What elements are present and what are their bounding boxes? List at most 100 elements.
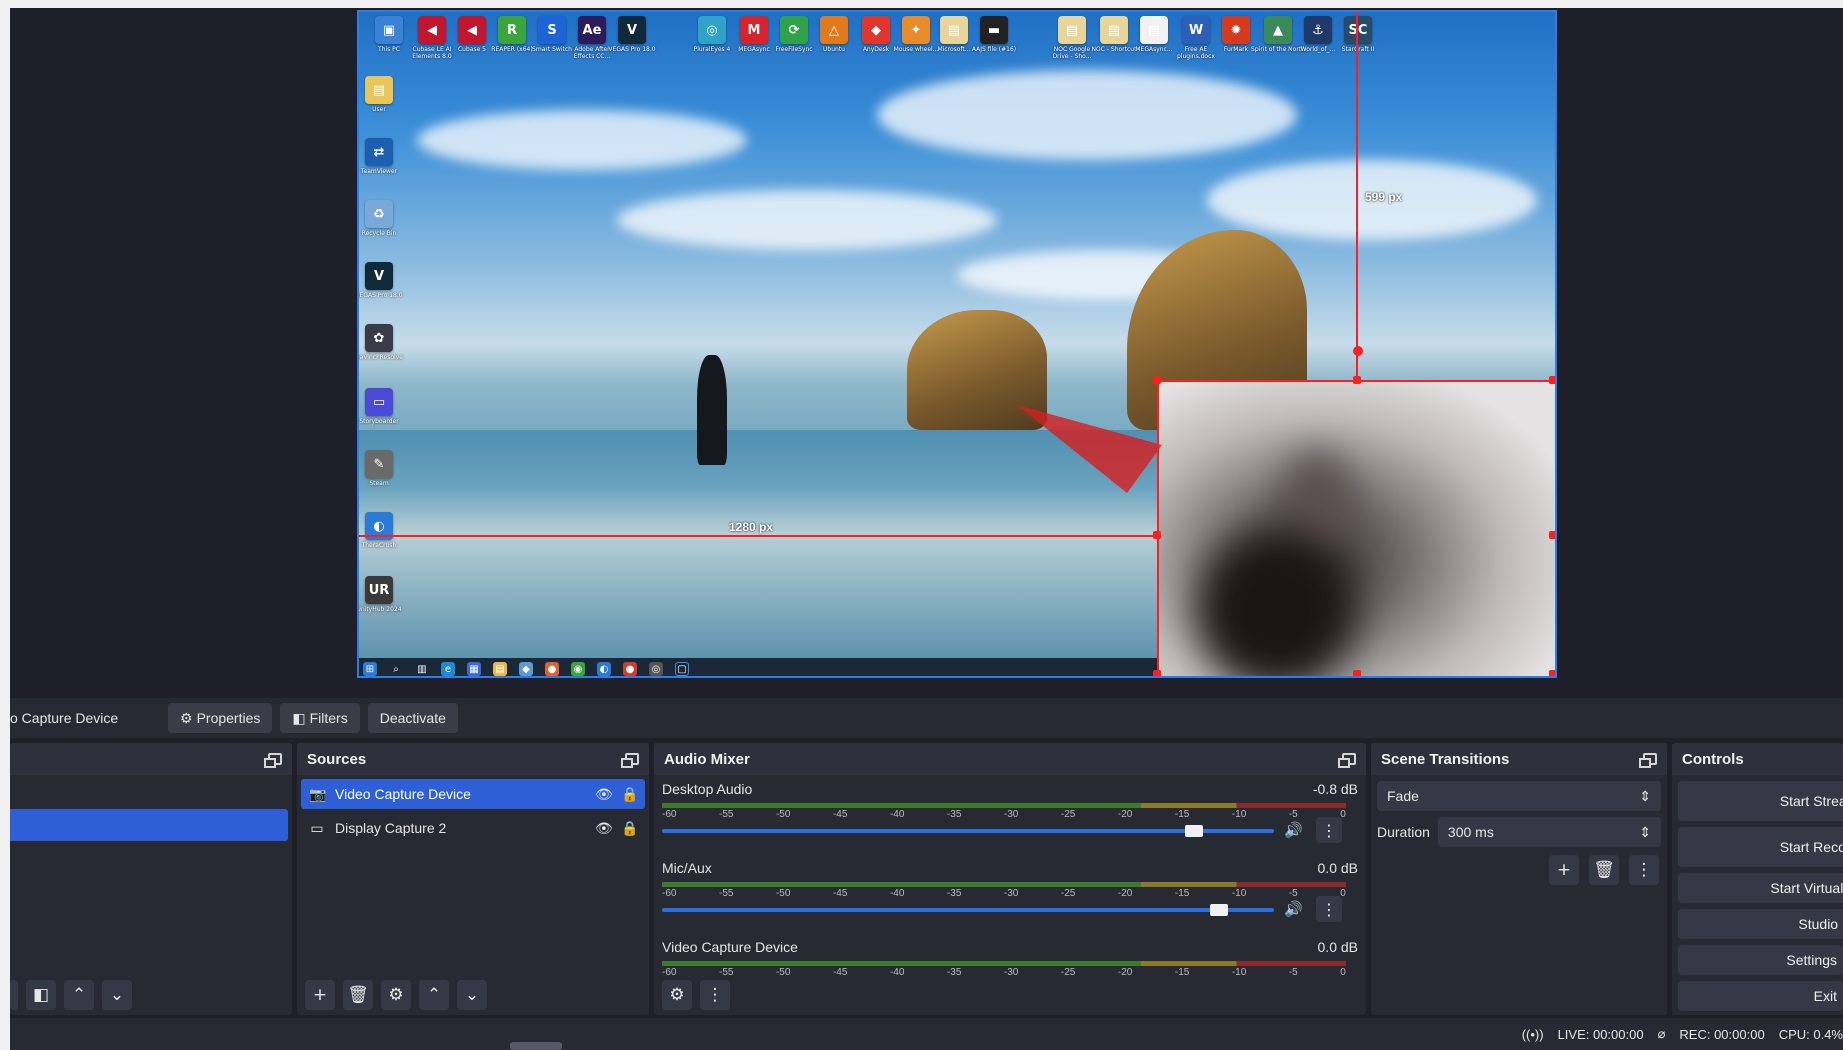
resize-handle[interactable] <box>1153 376 1161 384</box>
filter-scene-button[interactable]: ◧ <box>26 980 56 1010</box>
store-icon: ▦ <box>467 662 481 676</box>
channel-level: 0.0 dB <box>1317 860 1358 876</box>
move-down-button[interactable]: ⌄ <box>457 980 487 1010</box>
meter-tick-label: -10 <box>1231 888 1247 899</box>
volume-meter <box>662 882 1346 887</box>
channel-menu-button[interactable]: ⋮ <box>1316 896 1342 922</box>
resize-handle[interactable] <box>1353 376 1361 384</box>
runner-figure <box>697 355 727 465</box>
spinner-icon[interactable]: ⇕ <box>1639 824 1651 841</box>
filters-button[interactable]: ◧ Filters <box>280 703 360 733</box>
float-dock-icon[interactable] <box>1639 753 1657 768</box>
add-transition-button[interactable]: + <box>1549 855 1579 885</box>
volume-slider-knob[interactable] <box>1185 825 1204 837</box>
desktop-icon-label: VEGAS Pro 18.0 <box>357 292 403 299</box>
add-source-button[interactable]: + <box>305 980 335 1010</box>
move-up-button[interactable]: ⌃ <box>64 980 94 1010</box>
channel-menu-button[interactable]: ⋮ <box>1316 817 1342 843</box>
channel-header: Video Capture Device 0.0 dB <box>662 933 1358 955</box>
properties-button[interactable]: ⚙ Properties <box>168 703 273 733</box>
rotate-handle[interactable] <box>1353 346 1363 356</box>
lock-icon[interactable]: 🔒 <box>621 786 638 803</box>
move-down-button[interactable]: ⌄ <box>102 980 132 1010</box>
desktop-icon-label: TheraCrush <box>361 542 397 549</box>
resize-handle[interactable] <box>1153 531 1161 539</box>
float-dock-icon[interactable] <box>264 753 282 768</box>
app-icon: ✿ <box>365 324 393 352</box>
meter-tick-label: -25 <box>1060 967 1076 975</box>
exit-button[interactable]: Exit <box>1678 981 1843 1011</box>
meter-tick-label: -55 <box>718 809 734 820</box>
source-item-video-capture[interactable]: 📷 Video Capture Device 👁 🔒 <box>301 779 645 809</box>
speaker-icon[interactable]: 🔊 <box>1284 821 1303 839</box>
move-up-button[interactable]: ⌃ <box>419 980 449 1010</box>
advanced-audio-button[interactable]: ⚙ <box>662 980 692 1010</box>
remove-source-button[interactable]: 🗑 <box>343 980 373 1010</box>
audio-mixer-title: Audio Mixer <box>664 750 750 768</box>
speaker-icon[interactable]: 🔊 <box>1284 900 1303 918</box>
eye-icon[interactable]: 👁 <box>595 820 613 837</box>
volume-slider[interactable] <box>662 904 1274 916</box>
transition-menu-button[interactable]: ⋮ <box>1629 855 1659 885</box>
mixer-channel: Video Capture Device 0.0 dB -60 -55 -50 -45 -4… <box>654 933 1366 975</box>
add-scene-button[interactable] <box>10 980 18 1010</box>
selection-box[interactable] <box>1157 380 1557 678</box>
meter-tick-label: -5 <box>1288 888 1298 899</box>
app-icon: Ae <box>578 16 606 44</box>
resize-handle[interactable] <box>1353 670 1361 678</box>
studio-mode-button[interactable]: Studio Mode <box>1678 909 1843 939</box>
broadcast-icon: ((•)) <box>1521 1026 1544 1042</box>
resize-handle[interactable] <box>1549 670 1557 678</box>
app-icon: ▣ <box>375 16 403 44</box>
settings-button[interactable]: Settings <box>1678 945 1843 975</box>
desktop-icon-label: UnityHub 2024 <box>357 606 402 613</box>
app-icon: SC <box>1344 16 1372 44</box>
volume-slider[interactable] <box>662 825 1274 837</box>
source-properties-button[interactable]: ⚙ <box>381 980 411 1010</box>
app-icon: R <box>498 16 526 44</box>
preview-canvas[interactable]: ▣ This PC ◀ Cubase LE AI Elements 8.0 ◀ Cubas… <box>357 10 1557 678</box>
scene-item-selected[interactable] <box>10 809 288 841</box>
app-icon: ▢ <box>675 662 689 676</box>
desktop-icon-label: AAJS file (#16) <box>971 46 1017 53</box>
desktop-icon-label: TeamViewer <box>360 168 398 175</box>
start-recording-button[interactable]: Start Recording <box>1678 827 1843 867</box>
deactivate-button[interactable]: Deactivate <box>367 703 458 733</box>
transition-select[interactable]: Fade ⇕ <box>1377 781 1661 811</box>
meter-tick-label: -60 <box>662 809 677 820</box>
mixer-toolbar: ⚙ ⋮ <box>654 975 1366 1015</box>
float-dock-icon[interactable] <box>621 753 639 768</box>
scenes-toolbar: ◧ ⌃ ⌄ <box>10 975 292 1015</box>
desktop-icon-label: DaVinci Resolve <box>357 354 403 361</box>
app-icon: ✎ <box>365 450 393 478</box>
preview-area[interactable]: ▣ This PC ◀ Cubase LE AI Elements 8.0 ◀ Cubas… <box>10 8 1843 698</box>
resize-handle[interactable] <box>1549 531 1557 539</box>
rec-timer: REC: 00:00:00 <box>1679 1026 1765 1042</box>
controls-header: Controls <box>1672 743 1843 775</box>
eye-icon[interactable]: 👁 <box>595 786 613 803</box>
resize-handle[interactable] <box>1153 670 1161 678</box>
meter-tick-label: -45 <box>832 967 848 975</box>
float-dock-icon[interactable] <box>1338 753 1356 768</box>
mixer-channel: Mic/Aux 0.0 dB -60 -55 -50 -45 -40 -35 -30 -25 -20… <box>654 854 1366 933</box>
meter-tick-label: -35 <box>946 809 962 820</box>
remove-transition-button[interactable]: 🗑 <box>1589 855 1619 885</box>
source-item-display-capture[interactable]: ▭ Display Capture 2 👁 🔒 <box>301 813 645 843</box>
start-virtual-camera-button[interactable]: Start Virtual Camera <box>1678 873 1843 903</box>
monitor-icon: ▭ <box>310 819 324 836</box>
channel-name: Mic/Aux <box>662 860 712 876</box>
app-icon: ⚓ <box>1304 16 1332 44</box>
app-icon: W <box>1182 16 1210 44</box>
horizontal-scrollbar[interactable] <box>510 1042 562 1050</box>
sources-dock-header: Sources <box>297 743 649 775</box>
volume-slider-knob[interactable] <box>1209 904 1228 916</box>
mixer-menu-button[interactable]: ⋮ <box>700 980 730 1010</box>
filter-icon: ◧ <box>292 709 306 726</box>
live-timer: LIVE: 00:00:00 <box>1557 1026 1644 1042</box>
duration-input[interactable]: 300 ms ⇕ <box>1437 817 1661 847</box>
resize-handle[interactable] <box>1549 376 1557 384</box>
edge-icon: e <box>441 662 455 676</box>
channel-header: Mic/Aux 0.0 dB <box>662 854 1358 876</box>
start-streaming-button[interactable]: Start Streaming <box>1678 781 1843 821</box>
lock-icon[interactable]: 🔒 <box>621 820 638 837</box>
